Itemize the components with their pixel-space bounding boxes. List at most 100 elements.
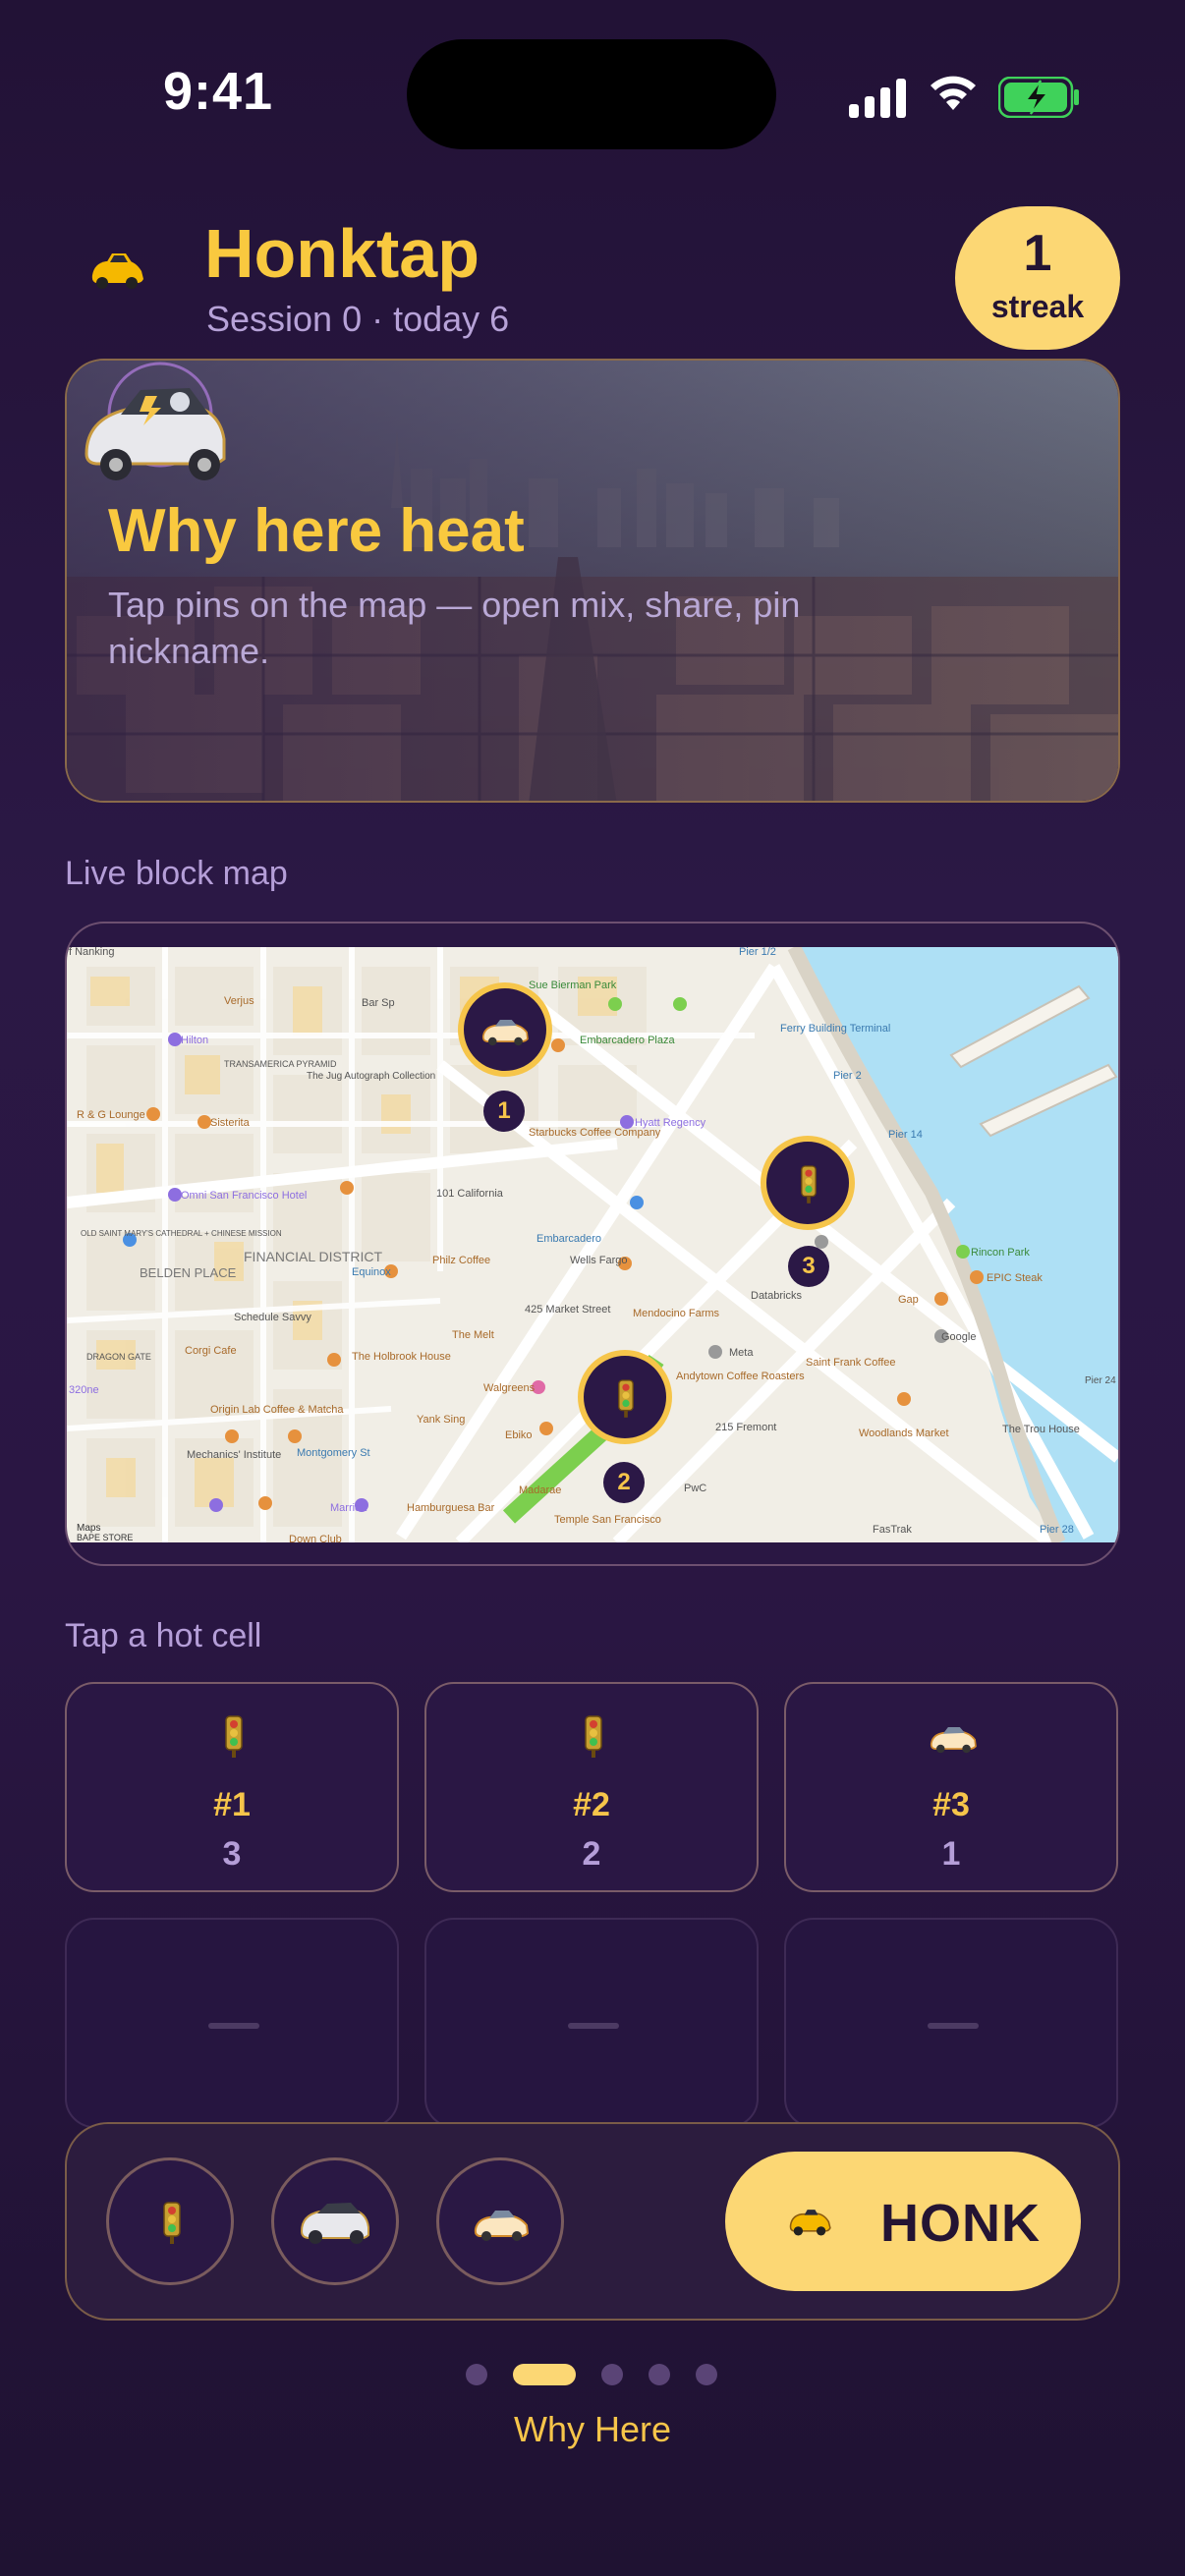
empty-cell[interactable] (424, 1918, 759, 2128)
svg-text:Sisterita: Sisterita (210, 1117, 251, 1129)
svg-text:OLD SAINT MARY'S CATHEDRAL + C: OLD SAINT MARY'S CATHEDRAL + CHINESE MIS… (81, 1229, 282, 1238)
car-icon (789, 2210, 831, 2236)
svg-text:Pier 1/2: Pier 1/2 (739, 947, 776, 958)
session-subtitle: Session 0 · today 6 (206, 299, 510, 339)
svg-text:The Melt: The Melt (452, 1329, 494, 1341)
svg-text:Woodlands Market: Woodlands Market (859, 1428, 949, 1439)
honk-label: HONK (880, 2194, 1041, 2253)
streak-badge[interactable]: 1 streak (955, 206, 1120, 350)
hot-cell-3[interactable]: #3 1 (784, 1682, 1118, 1892)
svg-text:Corgi Cafe: Corgi Cafe (185, 1345, 237, 1357)
svg-text:Marriott: Marriott (330, 1502, 367, 1514)
svg-text:PwC: PwC (684, 1483, 706, 1494)
cell-rank: #2 (573, 1786, 610, 1823)
svg-text:Pier 2: Pier 2 (833, 1070, 862, 1082)
svg-text:TRANSAMERICA PYRAMID: TRANSAMERICA PYRAMID (224, 1059, 337, 1069)
svg-text:Hilton: Hilton (181, 1035, 208, 1046)
page-dot[interactable] (466, 2364, 487, 2385)
svg-text:BELDEN PLACE: BELDEN PLACE (140, 1265, 237, 1280)
svg-text:Embarcadero: Embarcadero (536, 1233, 601, 1245)
svg-text:Pier 14: Pier 14 (888, 1129, 923, 1141)
traffic-light-button[interactable] (106, 2157, 234, 2285)
hero-subtitle: Tap pins on the map — open mix, share, p… (108, 585, 801, 671)
traffic-light-icon (585, 1715, 602, 1758)
streak-count: 1 (1023, 225, 1052, 282)
traffic-light-icon (801, 1165, 817, 1204)
car-icon (930, 1726, 977, 1754)
empty-cell[interactable] (784, 1918, 1118, 2128)
svg-text:DRAGON GATE: DRAGON GATE (86, 1352, 151, 1362)
car-icon (474, 2211, 530, 2241)
hero-title: Why here heat (108, 497, 525, 565)
block-map[interactable]: f Nanking Verjus Bar Sp Sue Bierman Park… (67, 947, 1118, 1542)
svg-text:Meta: Meta (729, 1347, 754, 1359)
svg-text:215 Fremont: 215 Fremont (715, 1422, 776, 1433)
svg-text:Omni San Francisco Hotel: Omni San Francisco Hotel (181, 1190, 307, 1202)
car-logo-icon (91, 253, 143, 289)
svg-text:Andytown Coffee Roasters: Andytown Coffee Roasters (676, 1371, 805, 1382)
svg-text:Montgomery St: Montgomery St (297, 1447, 370, 1459)
page-dot[interactable] (601, 2364, 623, 2385)
empty-dash (568, 2023, 619, 2029)
svg-text:Equinox: Equinox (352, 1266, 391, 1278)
svg-text:101 California: 101 California (436, 1188, 504, 1200)
cell-rank: #3 (932, 1786, 970, 1823)
svg-text:Pier 28: Pier 28 (1040, 1524, 1074, 1536)
svg-text:Saint Frank Coffee: Saint Frank Coffee (806, 1357, 896, 1369)
empty-dash (928, 2023, 979, 2029)
cell-count: 2 (582, 1835, 601, 1873)
electric-car-button[interactable] (271, 2157, 399, 2285)
map-card: f Nanking Verjus Bar Sp Sue Bierman Park… (65, 922, 1120, 1566)
map-pin-2-number: 2 (603, 1462, 645, 1503)
svg-text:Starbucks Coffee Company: Starbucks Coffee Company (529, 1127, 661, 1139)
svg-text:Wells Fargo: Wells Fargo (570, 1255, 627, 1266)
svg-text:Mechanics' Institute: Mechanics' Institute (187, 1449, 281, 1461)
map-pin-1-number: 1 (483, 1091, 525, 1132)
hot-cell-2[interactable]: #2 2 (424, 1682, 759, 1892)
svg-text:Sue Bierman Park: Sue Bierman Park (529, 980, 617, 991)
map-pin-2[interactable] (578, 1350, 672, 1444)
car-button[interactable] (436, 2157, 564, 2285)
map-pin-3[interactable] (761, 1136, 855, 1230)
electric-car-icon (300, 2203, 369, 2244)
electric-car-icon (85, 362, 226, 480)
svg-text:FasTrak: FasTrak (873, 1524, 912, 1536)
page-dot[interactable] (649, 2364, 670, 2385)
empty-cell[interactable] (65, 1918, 399, 2128)
svg-text:Embarcadero Plaza: Embarcadero Plaza (580, 1035, 675, 1046)
svg-text:320ne: 320ne (69, 1384, 99, 1396)
page-dot[interactable] (696, 2364, 717, 2385)
svg-text:FINANCIAL DISTRICT: FINANCIAL DISTRICT (244, 1249, 382, 1264)
svg-text:EPIC Steak: EPIC Steak (987, 1272, 1043, 1284)
map-section-label: Live block map (65, 855, 288, 892)
cell-count: 3 (222, 1835, 242, 1873)
page-dot-active[interactable] (513, 2364, 576, 2385)
svg-text:The Jug Autograph Collection: The Jug Autograph Collection (307, 1071, 435, 1082)
streak-label: streak (990, 289, 1085, 324)
svg-text:BAPE STORE: BAPE STORE (77, 1533, 133, 1542)
hero-card[interactable]: Why here heat Tap pins on the map — open… (65, 359, 1120, 803)
svg-text:Down Club: Down Club (289, 1534, 342, 1542)
svg-text:Yank Sing: Yank Sing (417, 1414, 465, 1426)
cell-count: 1 (941, 1835, 961, 1873)
map-pin-1[interactable] (458, 982, 552, 1077)
svg-text:The Holbrook House: The Holbrook House (352, 1351, 451, 1363)
wifi-icon (931, 76, 976, 110)
map-label: f Nanking (69, 947, 114, 958)
battery-charging-icon (998, 77, 1079, 118)
status-time: 9:41 (163, 62, 274, 121)
hot-cell-1[interactable]: #1 3 (65, 1682, 399, 1892)
svg-text:Verjus: Verjus (224, 995, 254, 1007)
svg-text:Rincon Park: Rincon Park (971, 1247, 1030, 1259)
svg-text:425 Market Street: 425 Market Street (525, 1304, 610, 1316)
svg-text:Walgreens: Walgreens (483, 1382, 536, 1394)
svg-text:Mendocino Farms: Mendocino Farms (633, 1308, 720, 1319)
cell-rank: #1 (213, 1786, 251, 1823)
empty-dash (208, 2023, 259, 2029)
action-dock: HONK (65, 2122, 1120, 2321)
svg-text:Hamburguesa Bar: Hamburguesa Bar (407, 1502, 495, 1514)
svg-text:Google: Google (941, 1331, 976, 1343)
svg-text:Philz Coffee: Philz Coffee (432, 1255, 490, 1266)
honk-button[interactable]: HONK (725, 2152, 1081, 2291)
svg-text:Ferry Building Terminal: Ferry Building Terminal (780, 1023, 890, 1035)
